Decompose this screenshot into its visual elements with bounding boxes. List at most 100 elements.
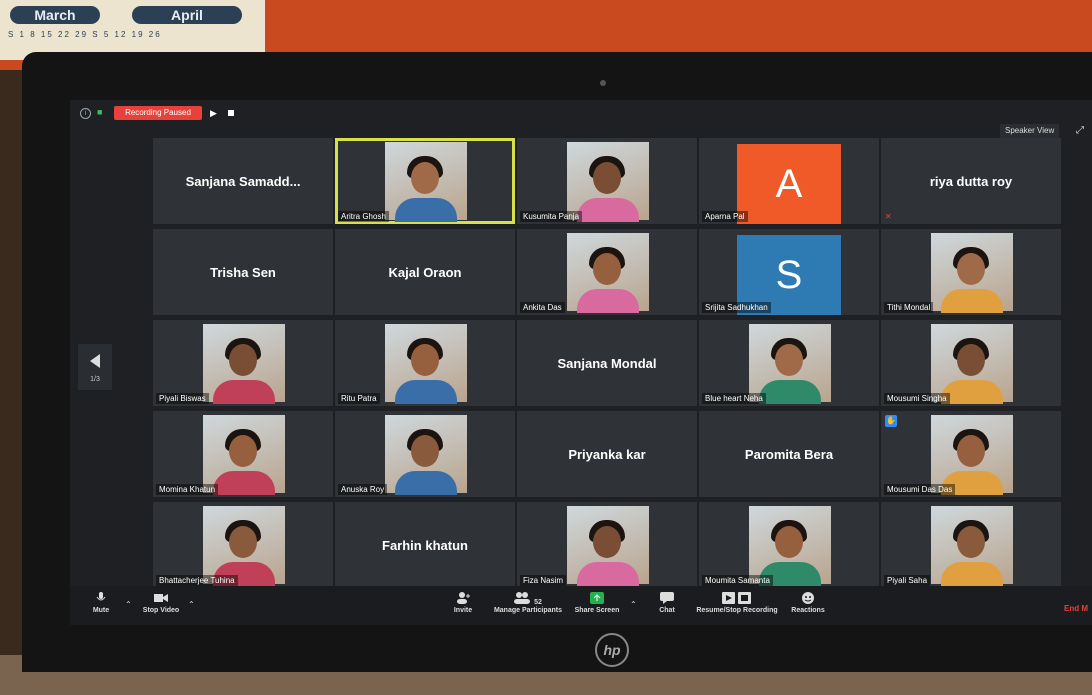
participant-name-label: Bhattacherjee Tuhina xyxy=(156,575,238,586)
chevron-left-icon xyxy=(90,354,100,368)
lock-icon[interactable]: ■ xyxy=(97,107,106,117)
avatar: A xyxy=(737,144,841,224)
participant-video xyxy=(203,506,285,586)
participant-display-name: Sanjana Mondal xyxy=(557,355,657,371)
participant-tile[interactable]: Farhin khatun xyxy=(335,502,515,588)
calendar-dates: S 1 8 15 22 29 S 5 12 19 26 xyxy=(8,30,162,39)
participant-tile[interactable]: Tithi Mondal xyxy=(881,229,1061,315)
participant-display-name: Farhin khatun xyxy=(382,537,468,553)
participant-tile[interactable]: Bhattacherjee Tuhina xyxy=(153,502,333,588)
participant-tile[interactable]: Mousumi Das Das ✋ xyxy=(881,411,1061,497)
chat-label: Chat xyxy=(659,607,675,614)
participant-tile[interactable]: Piyali Saha xyxy=(881,502,1061,588)
participant-tile[interactable]: Moumita Samanta xyxy=(699,502,879,588)
reactions-button[interactable]: Reactions xyxy=(788,586,828,625)
zoom-window: i ■ Recording Paused ▶ Speaker View ⤢ 1/… xyxy=(70,100,1092,625)
previous-page-button[interactable]: 1/3 xyxy=(78,344,112,390)
recording-paused-badge: Recording Paused xyxy=(114,106,202,120)
participant-name-label: Mousumi Das Das xyxy=(884,484,956,495)
hp-logo: hp xyxy=(595,633,629,667)
chevron-up-icon[interactable]: ⌃ xyxy=(630,600,637,609)
share-screen-button[interactable]: Share Screen xyxy=(572,586,622,625)
end-meeting-button[interactable]: End M xyxy=(1064,604,1088,613)
participant-tile[interactable]: Kusumita Panja xyxy=(517,138,697,224)
participant-tile[interactable]: Fiza Nasim xyxy=(517,502,697,588)
participant-video xyxy=(931,324,1013,404)
participant-name-label: Anuska Roy xyxy=(338,484,388,495)
chat-icon xyxy=(660,592,674,604)
info-icon[interactable]: i xyxy=(80,108,91,119)
participant-name-label: Piyali Saha xyxy=(884,575,931,586)
participant-tile[interactable]: riya dutta roy ✕ xyxy=(881,138,1061,224)
add-user-icon xyxy=(457,592,470,604)
invite-button[interactable]: Invite xyxy=(448,586,478,625)
participant-name-label: Momina Khatun xyxy=(156,484,219,495)
participant-name-label: Kusumita Panja xyxy=(520,211,583,222)
chevron-up-icon[interactable]: ⌃ xyxy=(188,600,195,609)
participant-display-name: Kajal Oraon xyxy=(388,264,462,280)
reactions-label: Reactions xyxy=(791,607,825,614)
participant-display-name: Paromita Bera xyxy=(744,446,834,462)
participant-display-name: riya dutta roy xyxy=(929,173,1013,189)
participant-name-label: Aritra Ghosh xyxy=(338,211,389,222)
participant-tile[interactable]: Momina Khatun xyxy=(153,411,333,497)
participant-tile[interactable]: Piyali Biswas xyxy=(153,320,333,406)
participant-tile[interactable]: Trisha Sen xyxy=(153,229,333,315)
chat-button[interactable]: Chat xyxy=(654,586,680,625)
participant-name-label: Blue heart Neha xyxy=(702,393,766,404)
participant-name-label: Ritu Patra xyxy=(338,393,380,404)
participant-tile[interactable]: Sanjana Samadd... xyxy=(153,138,333,224)
calendar-month-april: April xyxy=(132,6,242,24)
speaker-view-button[interactable]: Speaker View xyxy=(1000,124,1060,138)
raise-hand-icon: ✋ xyxy=(885,415,897,427)
resume-recording-icon[interactable]: ▶ xyxy=(210,106,217,120)
mute-button[interactable]: Mute xyxy=(84,586,118,625)
participants-count: 52 xyxy=(534,599,542,606)
meeting-toolbar: Mute ⌃ Stop Video ⌃ Invite 52 Manage Par… xyxy=(70,586,1092,625)
manage-participants-button[interactable]: 52 Manage Participants xyxy=(488,586,568,625)
participant-video xyxy=(203,415,285,495)
participant-tile[interactable]: Aritra Ghosh xyxy=(335,138,515,224)
participant-tile[interactable]: Priyanka kar xyxy=(517,411,697,497)
participant-video xyxy=(567,233,649,313)
participant-name-label: Fiza Nasim xyxy=(520,575,567,586)
participant-video xyxy=(931,506,1013,586)
participant-tile[interactable]: Blue heart Neha xyxy=(699,320,879,406)
mute-label: Mute xyxy=(92,607,110,614)
participant-name-label: Aparna Pal xyxy=(702,211,748,222)
page-count: 1/3 xyxy=(90,376,100,383)
participant-video xyxy=(931,233,1013,313)
stop-video-button[interactable]: Stop Video xyxy=(138,586,184,625)
participant-tile[interactable]: Anuska Roy xyxy=(335,411,515,497)
participant-video xyxy=(567,506,649,586)
participant-tile[interactable]: Sanjana Mondal xyxy=(517,320,697,406)
recording-label: Resume/Stop Recording xyxy=(696,607,778,614)
participant-tile[interactable]: A Aparna Pal xyxy=(699,138,879,224)
meeting-top-bar: i ■ Recording Paused ▶ xyxy=(70,100,1092,126)
participant-display-name: Trisha Sen xyxy=(210,264,276,280)
participant-tile[interactable]: Mousumi Singha xyxy=(881,320,1061,406)
fullscreen-icon[interactable]: ⤢ xyxy=(1076,124,1090,138)
participant-name-label: Mousumi Singha xyxy=(884,393,950,404)
participant-name-label: Piyali Biswas xyxy=(156,393,209,404)
chevron-up-icon[interactable]: ⌃ xyxy=(125,600,132,609)
share-screen-label: Share Screen xyxy=(574,607,620,614)
participant-name-label: Srijita Sadhukhan xyxy=(702,302,771,313)
participant-name-label: Tithi Mondal xyxy=(884,302,934,313)
calendar-month-march: March xyxy=(10,6,100,24)
participant-tile[interactable]: Paromita Bera xyxy=(699,411,879,497)
participant-name-label: Ankita Das xyxy=(520,302,565,313)
participant-display-name: Sanjana Samadd... xyxy=(185,173,301,189)
mic-muted-icon: ✕ xyxy=(885,212,892,221)
resume-stop-recording-button[interactable]: Resume/Stop Recording xyxy=(692,586,782,625)
video-camera-icon xyxy=(154,594,168,602)
wall-calendar: March April S 1 8 15 22 29 S 5 12 19 26 xyxy=(0,0,265,60)
participant-video xyxy=(203,324,285,404)
participant-tile[interactable]: S Srijita Sadhukhan xyxy=(699,229,879,315)
participant-video xyxy=(567,142,649,222)
participants-icon xyxy=(514,592,531,604)
stop-recording-icon[interactable] xyxy=(228,110,234,116)
participant-tile[interactable]: Ankita Das xyxy=(517,229,697,315)
participant-tile[interactable]: Kajal Oraon xyxy=(335,229,515,315)
participant-tile[interactable]: Ritu Patra xyxy=(335,320,515,406)
